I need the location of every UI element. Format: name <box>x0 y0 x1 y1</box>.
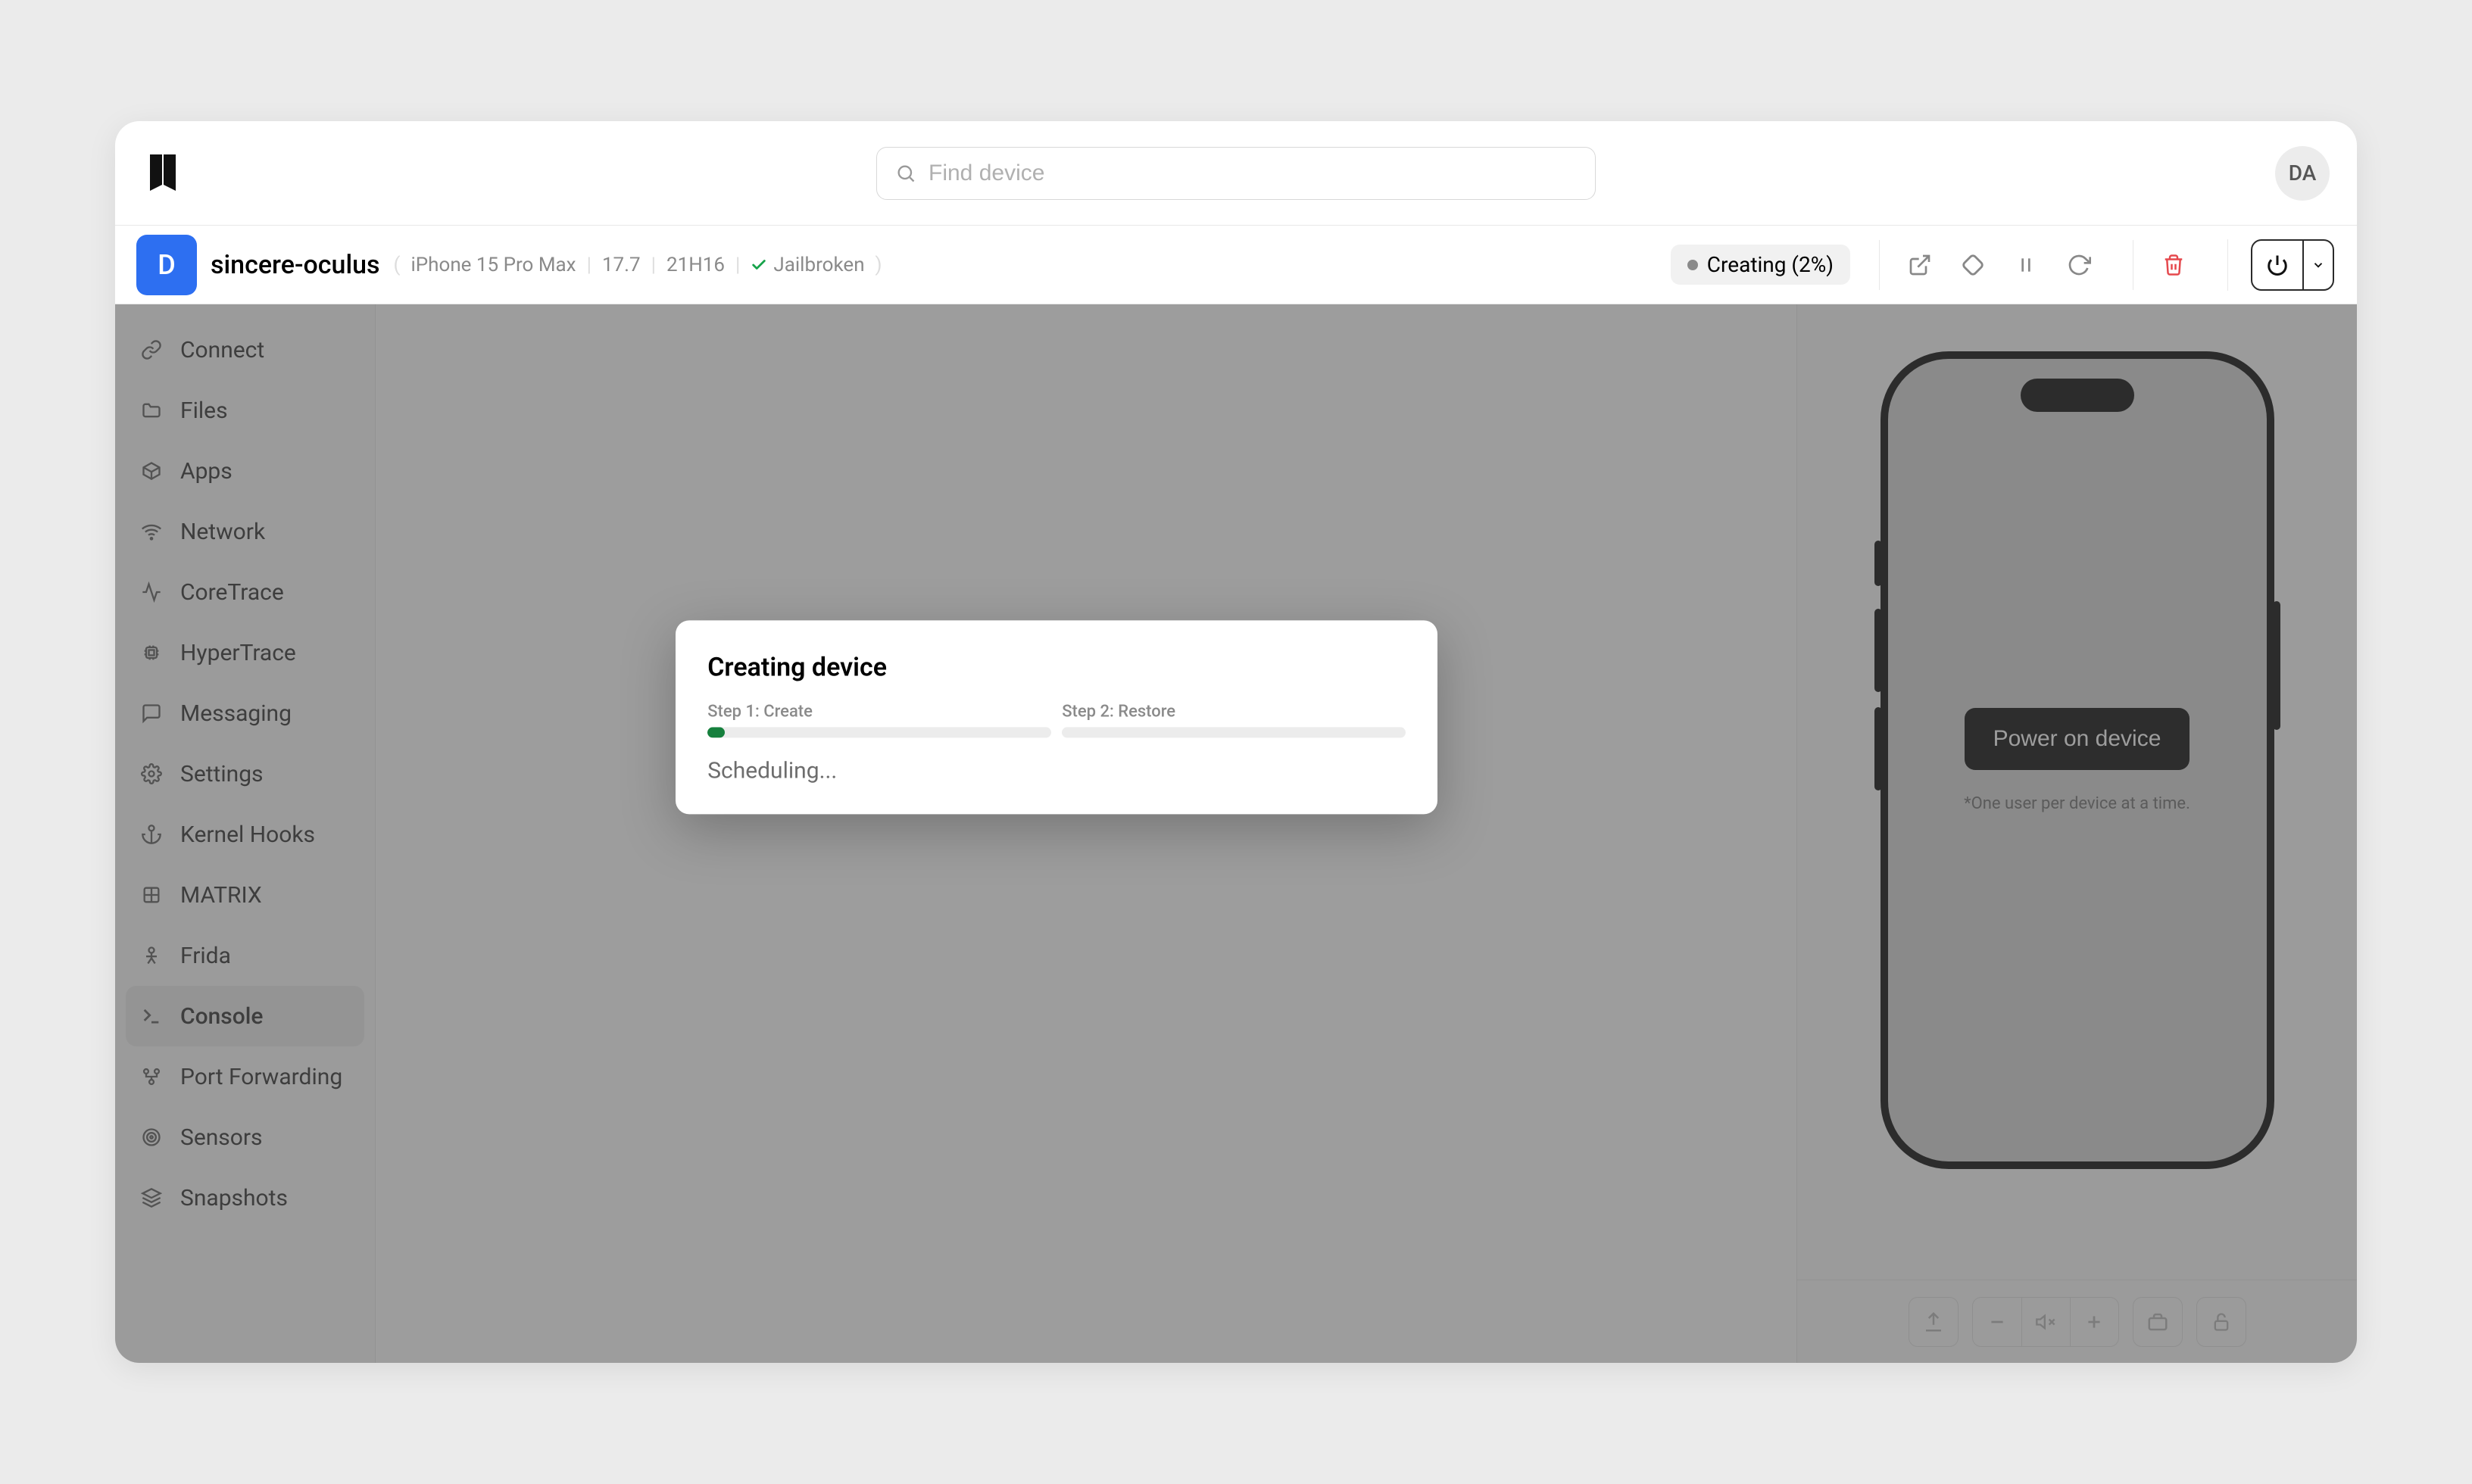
step1-progress-fill <box>707 727 725 737</box>
project-initial: D <box>158 249 176 281</box>
search-box[interactable] <box>876 147 1596 200</box>
jailbroken-indicator: Jailbroken <box>751 254 864 276</box>
creating-device-modal: Creating device Step 1: Create Step 2: R… <box>676 620 1437 814</box>
avatar-initials: DA <box>2289 161 2317 186</box>
step1-label: Step 1: Create <box>707 702 1051 721</box>
device-status-pill: Creating (2%) <box>1671 245 1850 285</box>
topbar: DA <box>115 121 2357 226</box>
power-split-button <box>2251 239 2334 291</box>
modal-status-text: Scheduling... <box>707 757 1406 784</box>
device-header: D sincere-oculus ( iPhone 15 Pro Max | 1… <box>115 226 2357 304</box>
device-status-label: Creating (2%) <box>1707 252 1834 277</box>
user-avatar[interactable]: DA <box>2275 146 2330 201</box>
overlay-backdrop[interactable] <box>115 304 2357 1363</box>
power-dropdown-button[interactable] <box>2302 241 2333 289</box>
device-build: 21H16 <box>666 254 725 276</box>
delete-device-button[interactable] <box>2149 240 2199 290</box>
body: ConnectFilesAppsNetworkCoreTraceHyperTra… <box>115 304 2357 1363</box>
project-badge[interactable]: D <box>136 235 197 295</box>
search-input[interactable] <box>929 161 1577 186</box>
step2-label: Step 2: Restore <box>1062 702 1406 721</box>
power-button[interactable] <box>2252 241 2302 289</box>
device-name: sincere-oculus <box>211 250 380 280</box>
device-model: iPhone 15 Pro Max <box>410 254 576 276</box>
check-icon <box>751 257 767 273</box>
progress-step-1: Step 1: Create <box>707 702 1051 737</box>
device-os-version: 17.7 <box>602 254 641 276</box>
step2-progress-bar <box>1062 727 1406 737</box>
modal-title: Creating device <box>707 652 1406 682</box>
device-action-group-1 <box>1879 240 2104 290</box>
device-meta: ( iPhone 15 Pro Max | 17.7 | 21H16 | Jai… <box>394 254 882 276</box>
jailbroken-label: Jailbroken <box>773 254 864 276</box>
progress-step-2: Step 2: Restore <box>1062 702 1406 737</box>
search-icon <box>895 163 916 184</box>
rotate-device-button[interactable] <box>1948 240 1998 290</box>
app-logo[interactable] <box>145 151 180 195</box>
status-dot-icon <box>1687 260 1698 270</box>
device-action-group-2 <box>2133 240 2199 290</box>
restart-button[interactable] <box>2054 240 2104 290</box>
step1-progress-bar <box>707 727 1051 737</box>
app-window: DA D sincere-oculus ( iPhone 15 Pro Max … <box>115 121 2357 1363</box>
pause-button[interactable] <box>2001 240 2051 290</box>
modal-overlay: Creating device Step 1: Create Step 2: R… <box>115 304 2357 1363</box>
open-external-button[interactable] <box>1895 240 1945 290</box>
device-action-group-3 <box>2227 239 2334 291</box>
